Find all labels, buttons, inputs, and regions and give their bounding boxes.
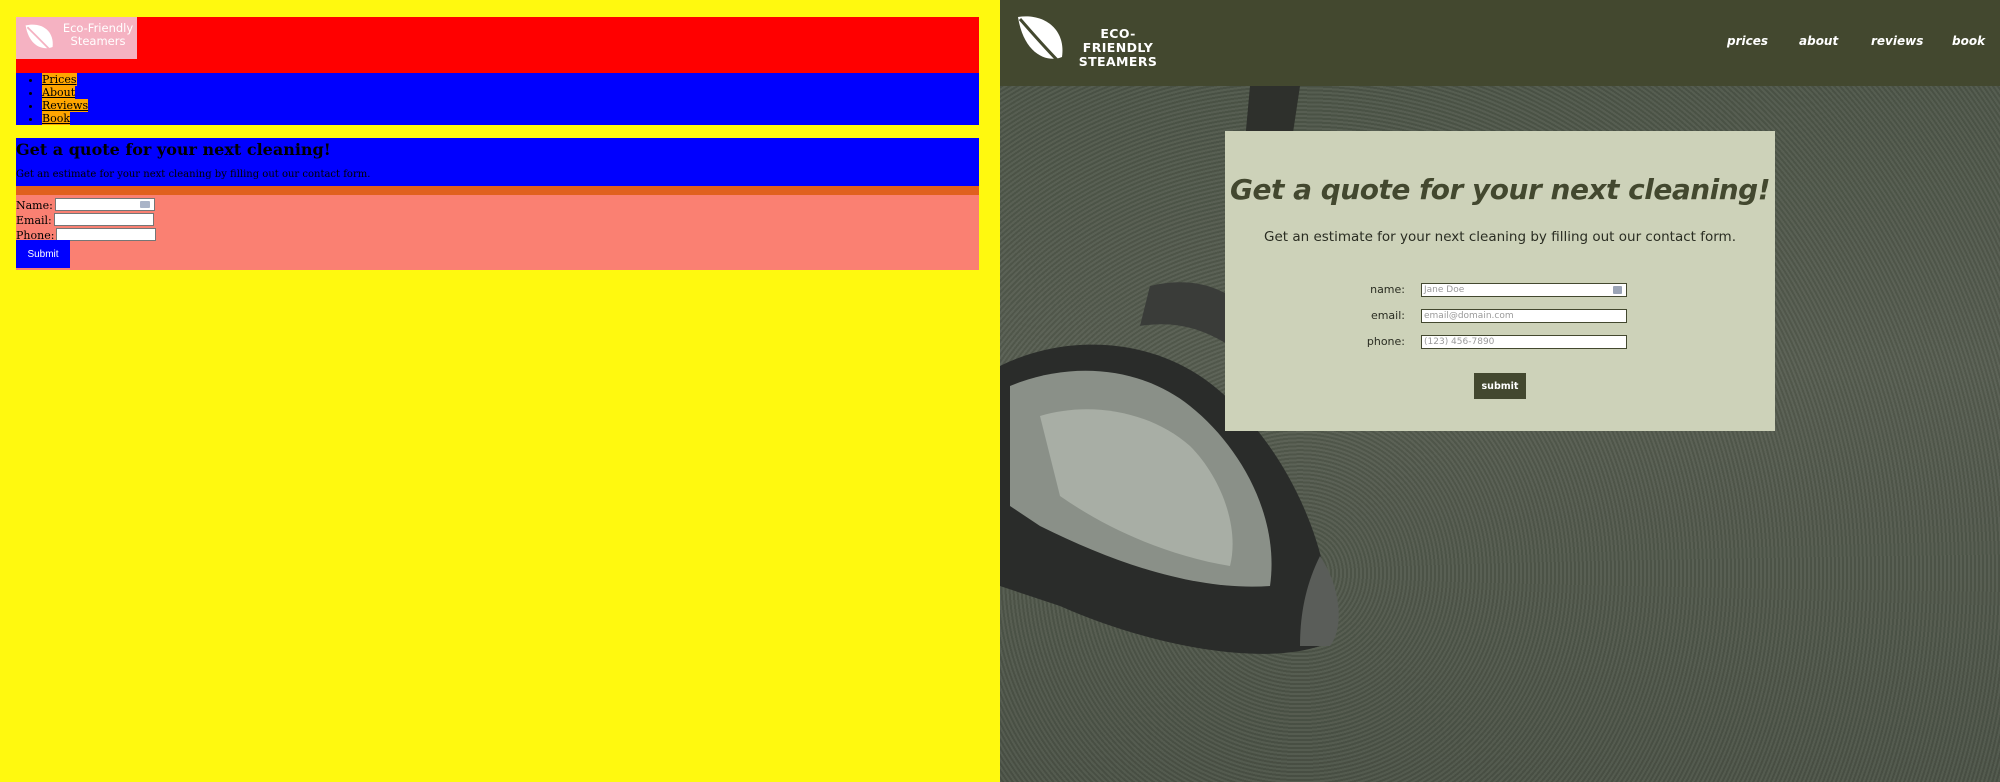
email-placeholder: email@domain.com — [1424, 311, 1514, 321]
name-label: Name: — [16, 199, 53, 212]
nav-item-reviews: Reviews — [42, 99, 979, 112]
email-label: Email: — [16, 214, 52, 227]
phone-field[interactable]: (123) 456-7890 — [1421, 335, 1627, 349]
debug-quote-section: Get a quote for your next cleaning! Get … — [16, 138, 979, 186]
contact-autofill-icon[interactable] — [139, 201, 150, 208]
logo-text[interactable]: ECO-FRIENDLY STEAMERS — [1072, 27, 1164, 69]
phone-label: phone: — [1366, 335, 1405, 348]
email-row: Email: — [16, 213, 154, 228]
page-title: Get a quote for your next cleaning! — [1229, 173, 1771, 206]
email-label: email: — [1370, 309, 1405, 322]
site-header: ECO-FRIENDLY STEAMERS prices about revie… — [1000, 0, 2000, 86]
form-top-bar — [16, 186, 979, 195]
nav-item-book: Book — [42, 112, 979, 125]
page-title: Get a quote for your next cleaning! — [16, 140, 331, 159]
name-label: name: — [1370, 283, 1405, 296]
nav-link-reviews[interactable]: reviews — [1871, 34, 1923, 48]
quote-card: Get a quote for your next cleaning! Get … — [1225, 131, 1775, 431]
nav-link-about[interactable]: about — [1799, 34, 1838, 48]
nav-link-about[interactable]: About — [42, 86, 76, 99]
contact-autofill-icon[interactable] — [1613, 286, 1622, 294]
nav-item-prices: Prices — [42, 73, 979, 86]
submit-button[interactable]: Submit — [16, 240, 70, 268]
intro-text: Get an estimate for your next cleaning b… — [16, 169, 371, 180]
logo-text: Eco-Friendly Steamers — [60, 22, 136, 48]
logo[interactable]: Eco-Friendly Steamers — [16, 17, 137, 59]
debug-contact-form: Name: Email: Phone: Submit — [16, 186, 979, 270]
nav-link-reviews[interactable]: Reviews — [42, 99, 89, 112]
logo-line-2: STEAMERS — [1078, 54, 1158, 69]
logo-line-2: Steamers — [70, 34, 126, 48]
debug-header: Eco-Friendly Steamers — [16, 17, 979, 73]
unstyled-page-preview: Eco-Friendly Steamers Prices About Revie… — [0, 0, 1000, 782]
intro-text: Get an estimate for your next cleaning b… — [1264, 229, 1736, 245]
name-row: Name: — [16, 198, 155, 213]
nav-item-about: About — [42, 86, 979, 99]
email-field[interactable]: email@domain.com — [1421, 309, 1627, 323]
phone-placeholder: (123) 456-7890 — [1424, 337, 1495, 347]
nav-link-prices[interactable]: Prices — [42, 73, 77, 86]
name-field[interactable]: Jane Doe — [1421, 283, 1627, 297]
name-field[interactable] — [54, 198, 155, 211]
nav-link-book[interactable]: Book — [42, 112, 70, 125]
nav-link-book[interactable]: book — [1952, 34, 1985, 48]
nav-link-prices[interactable]: prices — [1727, 34, 1768, 48]
name-placeholder: Jane Doe — [1424, 285, 1465, 295]
nav-list: Prices About Reviews Book — [16, 73, 979, 125]
leaf-icon — [25, 24, 56, 55]
leaf-icon[interactable] — [1014, 13, 1068, 69]
email-field[interactable] — [53, 213, 154, 226]
submit-button[interactable]: submit — [1474, 373, 1526, 399]
debug-nav: Prices About Reviews Book — [16, 73, 979, 125]
styled-page-preview: ECO-FRIENDLY STEAMERS prices about revie… — [1000, 0, 2000, 782]
phone-field[interactable] — [56, 228, 157, 241]
logo-line-1: ECO-FRIENDLY — [1082, 26, 1154, 55]
